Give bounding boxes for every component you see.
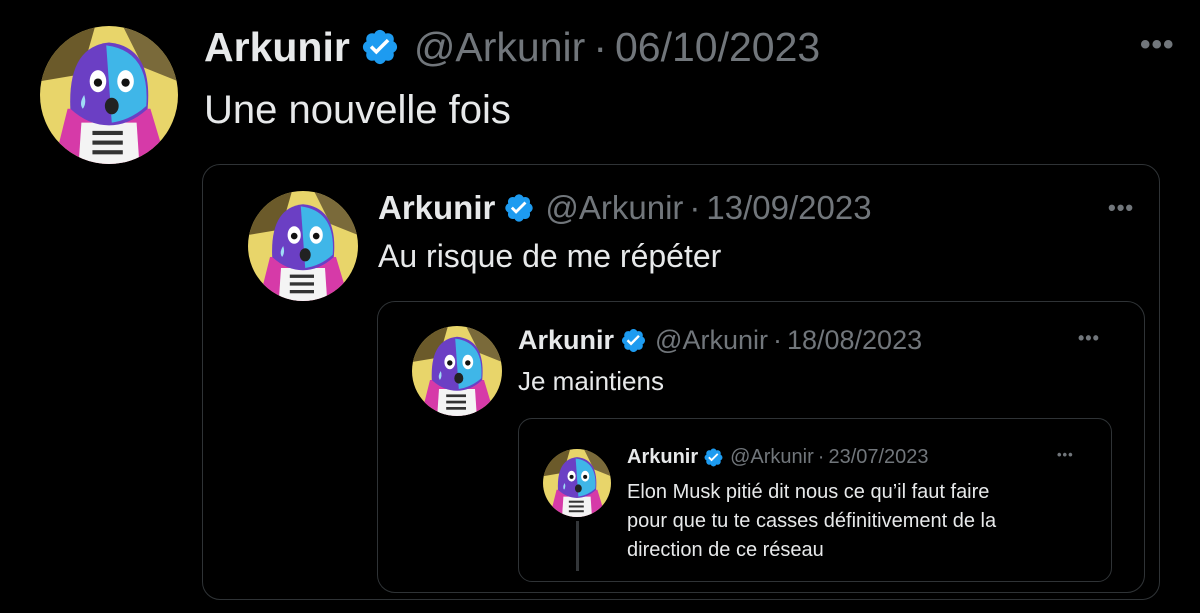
more-horizontal-icon[interactable]: ••• bbox=[1140, 28, 1175, 62]
quoted-tweet[interactable]: Arkunir @Arkunir · 18/08/2023 ••• Je mai… bbox=[377, 301, 1145, 593]
timestamp[interactable]: 18/08/2023 bbox=[787, 325, 922, 356]
handle[interactable]: @Arkunir bbox=[414, 24, 586, 71]
timestamp[interactable]: 23/07/2023 bbox=[828, 446, 928, 469]
quoted-tweet[interactable]: Arkunir @Arkunir · 13/09/2023 ••• Au ris… bbox=[202, 164, 1160, 600]
verified-badge-icon bbox=[703, 447, 724, 468]
avatar-image bbox=[40, 26, 178, 164]
handle[interactable]: @Arkunir bbox=[655, 325, 768, 356]
avatar-image bbox=[412, 326, 502, 416]
tweet-text-line: pour que tu te casses définitivement de … bbox=[627, 510, 997, 532]
display-name[interactable]: Arkunir bbox=[378, 189, 495, 227]
tweet-main[interactable]: Arkunir @Arkunir · 06/10/2023 ••• Une no… bbox=[0, 0, 1200, 613]
avatar[interactable] bbox=[412, 326, 502, 416]
handle[interactable]: @Arkunir bbox=[545, 189, 683, 227]
verified-badge-icon bbox=[503, 192, 535, 224]
display-name[interactable]: Arkunir bbox=[204, 24, 350, 71]
separator: · bbox=[593, 23, 607, 70]
tweet-header: Arkunir @Arkunir · 23/07/2023 bbox=[627, 445, 929, 469]
avatar[interactable] bbox=[40, 26, 178, 164]
separator: · bbox=[772, 324, 782, 355]
handle[interactable]: @Arkunir bbox=[730, 446, 814, 469]
avatar[interactable] bbox=[248, 191, 358, 301]
tweet-text: Je maintiens bbox=[518, 366, 664, 396]
tweet-header: Arkunir @Arkunir · 13/09/2023 bbox=[378, 189, 872, 227]
timestamp[interactable]: 06/10/2023 bbox=[615, 24, 820, 71]
display-name[interactable]: Arkunir bbox=[518, 325, 614, 356]
separator: · bbox=[817, 445, 825, 468]
verified-badge-icon bbox=[620, 327, 647, 354]
separator: · bbox=[689, 189, 701, 226]
avatar-image bbox=[248, 191, 358, 301]
verified-badge-icon bbox=[360, 27, 400, 67]
tweet-header: Arkunir @Arkunir · 18/08/2023 bbox=[518, 324, 922, 356]
thread-line bbox=[576, 521, 579, 571]
more-horizontal-icon[interactable]: ••• bbox=[1108, 195, 1134, 221]
tweet-header: Arkunir @Arkunir · 06/10/2023 bbox=[204, 24, 820, 70]
tweet-text: Une nouvelle fois bbox=[204, 88, 511, 132]
tweet-text-line: Elon Musk pitié dit nous ce qu’il faut f… bbox=[627, 481, 990, 503]
timestamp[interactable]: 13/09/2023 bbox=[706, 189, 871, 227]
avatar-image bbox=[543, 449, 611, 517]
avatar[interactable] bbox=[543, 449, 611, 517]
more-horizontal-icon[interactable]: ••• bbox=[1078, 328, 1100, 349]
more-horizontal-icon[interactable]: ••• bbox=[1057, 447, 1074, 462]
tweet-text-line: direction de ce réseau bbox=[627, 539, 824, 561]
tweet-text: Au risque de me répéter bbox=[378, 238, 722, 274]
display-name[interactable]: Arkunir bbox=[627, 446, 698, 469]
quoted-tweet[interactable]: Arkunir @Arkunir · 23/07/2023 ••• Elon M… bbox=[518, 418, 1112, 582]
